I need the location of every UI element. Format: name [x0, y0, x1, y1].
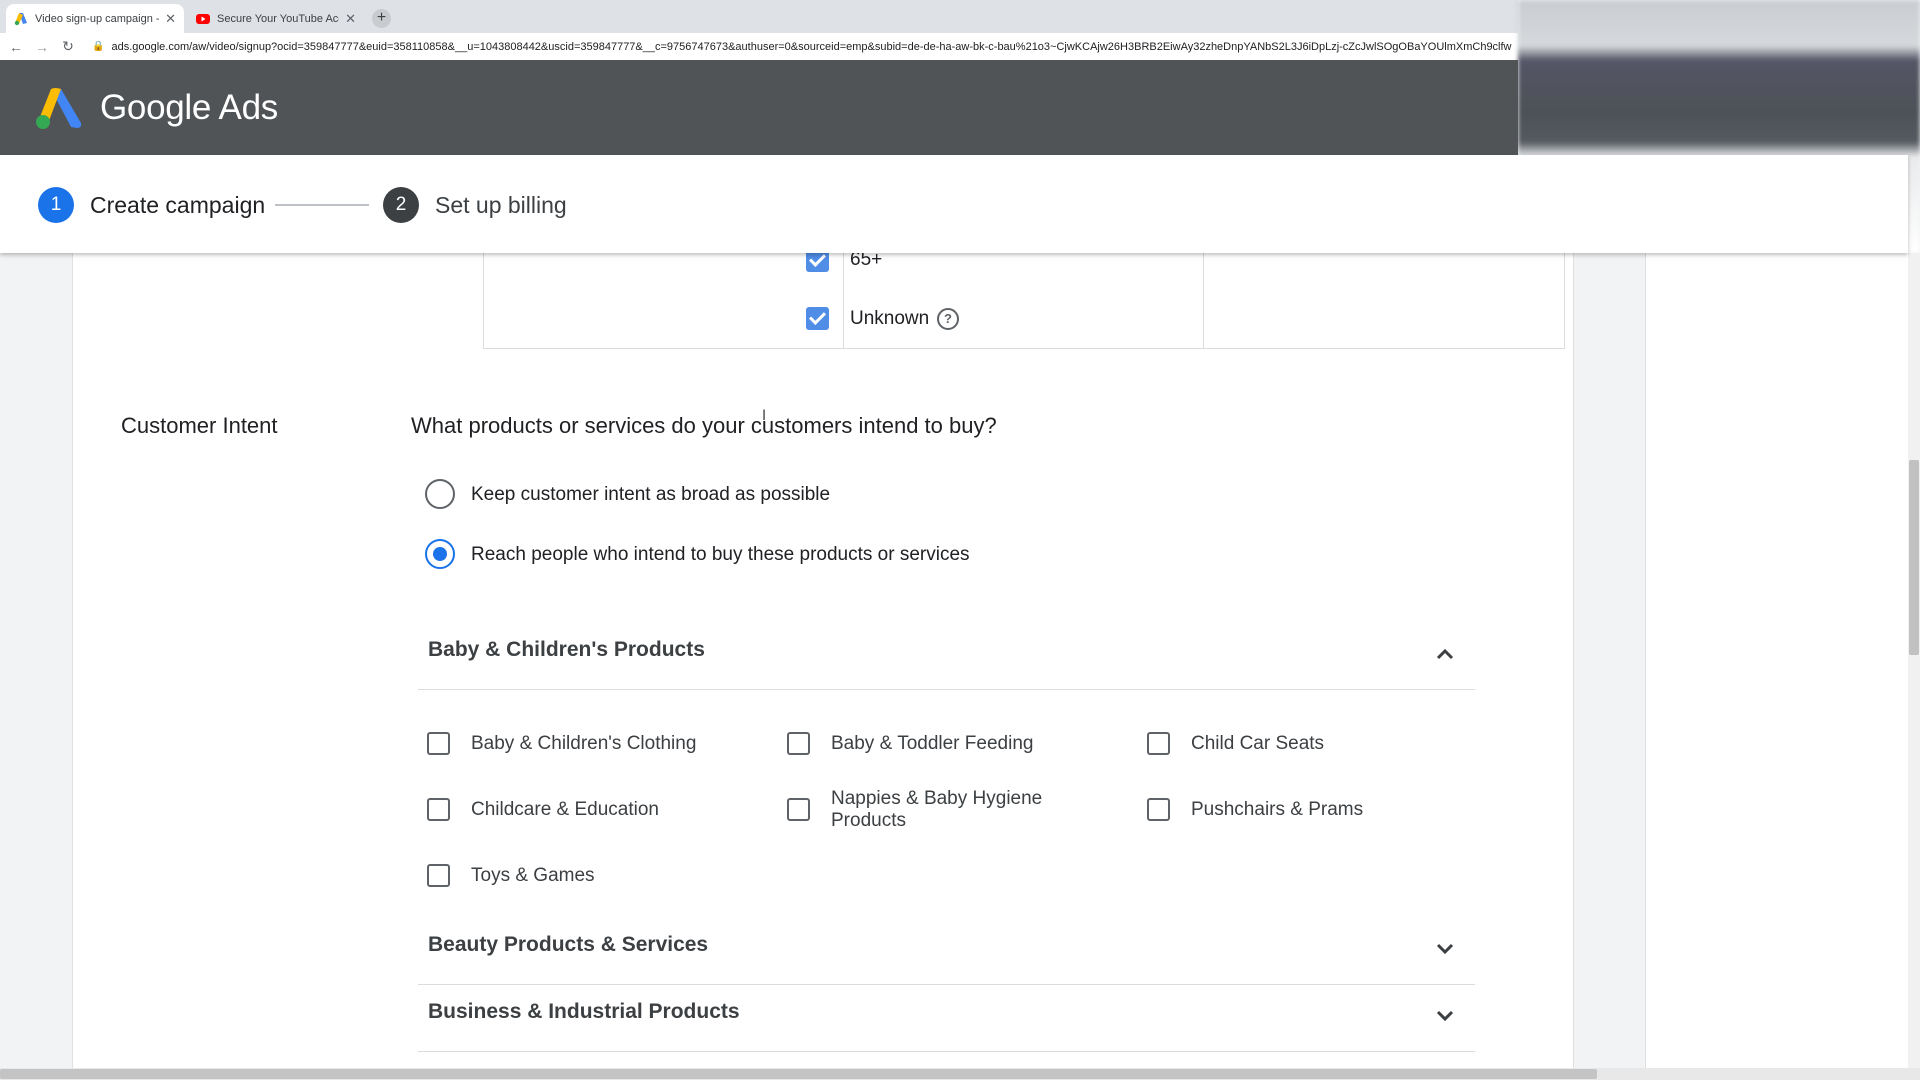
nappies-hygiene-label: Nappies & Baby Hygiene Products	[831, 788, 1043, 831]
new-tab-button[interactable]: +	[372, 9, 391, 28]
category-title: Beauty Products & Services	[428, 933, 709, 956]
section-title: Customer Intent	[121, 413, 278, 438]
baby-clothing-label: Baby & Children's Clothing	[471, 733, 697, 754]
toys-games-label: Toys & Games	[471, 865, 595, 886]
google-ads-favicon-icon	[14, 12, 27, 25]
brand-name: Google Ads	[100, 87, 278, 127]
child-car-seats-label: Child Car Seats	[1191, 733, 1325, 754]
child-car-seats-checkbox[interactable]	[1147, 732, 1170, 755]
step-1-number: 1	[38, 187, 74, 223]
childcare-education-checkbox[interactable]	[427, 798, 450, 821]
browser-tab-title: Secure Your YouTube Account	[217, 12, 339, 25]
close-tab-icon[interactable]: ✕	[345, 11, 356, 27]
reload-icon[interactable]: ↻	[58, 38, 78, 55]
browser-tab-title: Video sign-up campaign - 27	[35, 12, 159, 25]
toddler-feeding-checkbox[interactable]	[787, 732, 810, 755]
address-bar[interactable]: 🔒 ads.google.com/aw/video/signup?ocid=35…	[92, 41, 1512, 53]
category-header-business[interactable]: Business & Industrial Products	[418, 984, 1475, 1052]
youtube-favicon-icon	[196, 13, 210, 24]
ads-header: Google Ads	[0, 60, 1518, 155]
pushchairs-prams-checkbox[interactable]	[1147, 798, 1170, 821]
chevron-up-icon[interactable]	[1435, 644, 1455, 664]
browser-tab-bar: Video sign-up campaign - 27 ✕ Secure You…	[0, 0, 1518, 33]
step-2-label[interactable]: Set up billing	[435, 192, 567, 219]
url-text: ads.google.com/aw/video/signup?ocid=3598…	[111, 40, 1512, 53]
intent-question: What products or services do your custom…	[411, 413, 997, 438]
nappies-hygiene-checkbox[interactable]	[787, 798, 810, 821]
category-header-beauty[interactable]: Beauty Products & Services	[418, 917, 1475, 985]
browser-tab-youtube[interactable]: Secure Your YouTube Account ✕	[188, 4, 364, 33]
chevron-down-icon[interactable]	[1435, 939, 1455, 959]
broad-intent-radio[interactable]	[425, 479, 455, 509]
age-unknown-label: Unknown	[850, 308, 930, 329]
specific-intent-radio[interactable]	[425, 539, 455, 569]
category-title: Baby & Children's Products	[428, 638, 705, 661]
chevron-down-icon[interactable]	[1435, 1006, 1455, 1026]
category-header-baby-children[interactable]: Baby & Children's Products	[418, 622, 1475, 690]
lock-icon: 🔒	[92, 41, 105, 52]
age-unknown-checkbox[interactable]	[806, 307, 829, 330]
step-1-label[interactable]: Create campaign	[90, 192, 265, 219]
childcare-education-label: Childcare & Education	[471, 799, 659, 820]
category-title: Business & Industrial Products	[428, 1000, 740, 1023]
campaign-form-card: 65+ Unknown ? Customer Intent What produ…	[72, 249, 1574, 1068]
campaign-stepper: 1 Create campaign 2 Set up billing	[0, 155, 1908, 253]
back-icon[interactable]: ←	[6, 39, 26, 55]
broad-intent-label[interactable]: Keep customer intent as broad as possibl…	[471, 484, 830, 506]
table-divider	[843, 253, 844, 348]
table-divider	[1203, 253, 1204, 348]
age-table	[483, 253, 1565, 349]
baby-clothing-checkbox[interactable]	[427, 732, 450, 755]
vertical-scrollbar-thumb[interactable]	[1909, 460, 1919, 655]
browser-toolbar: ← → ↻ 🔒 ads.google.com/aw/video/signup?o…	[0, 33, 1518, 61]
text-cursor-icon: I	[762, 408, 767, 424]
specific-intent-label[interactable]: Reach people who intend to buy these pro…	[471, 544, 970, 566]
right-side-panel	[1645, 253, 1909, 1068]
step-2-number: 2	[383, 187, 419, 223]
browser-tab-google-ads[interactable]: Video sign-up campaign - 27 ✕	[6, 4, 184, 33]
pushchairs-prams-label: Pushchairs & Prams	[1191, 799, 1364, 820]
step-connector	[275, 204, 369, 206]
google-ads-logo-icon	[36, 87, 82, 129]
toys-games-checkbox[interactable]	[427, 864, 450, 887]
close-tab-icon[interactable]: ✕	[165, 11, 176, 27]
vertical-scrollbar[interactable]	[1908, 253, 1920, 1068]
help-circle-icon[interactable]: ?	[937, 308, 959, 330]
forward-icon[interactable]: →	[32, 39, 52, 55]
horizontal-scrollbar-thumb[interactable]	[0, 1069, 1597, 1079]
toddler-feeding-label: Baby & Toddler Feeding	[831, 733, 1034, 754]
